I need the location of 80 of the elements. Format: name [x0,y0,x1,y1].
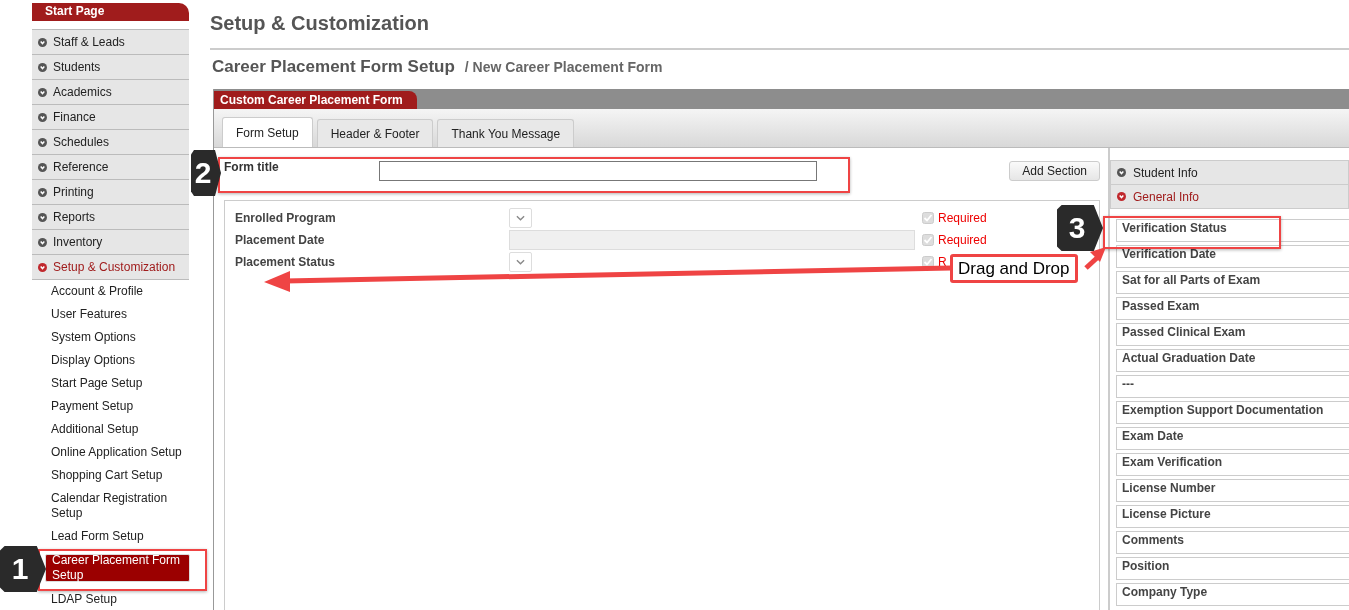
sidebar-item[interactable]: Inventory [32,229,189,254]
required-label: Required [938,233,987,247]
tab[interactable]: Thank You Message [437,119,575,147]
sidebar-header[interactable]: Start Page [32,3,189,21]
step-badge: 2 [191,150,221,196]
form-title-label: Form title [224,160,280,174]
chevron-icon [38,162,47,172]
chevron-icon [38,137,47,147]
chevron-icon [1117,168,1126,177]
submenu-item[interactable]: Career Placement Form Setup [45,554,190,582]
step-badge: 3 [1057,205,1103,251]
submenu-item[interactable]: Lead Form Setup [32,525,189,548]
submenu-item[interactable]: Additional Setup [32,418,189,441]
sidebar-item[interactable]: Academics [32,79,189,104]
submenu-item[interactable]: Shopping Cart Setup [32,464,189,487]
breadcrumb: / New Career Placement Form [464,59,663,75]
submenu-item[interactable]: Display Options [32,349,189,372]
form-title-field[interactable] [379,161,817,181]
page-subtitle: Career Placement Form Setup [212,57,455,77]
draggable-field[interactable]: License Number [1116,479,1349,502]
page-title: Setup & Customization [210,12,1349,50]
submenu-item[interactable]: Account & Profile [32,280,189,303]
callout-label: Drag and Drop [950,254,1078,283]
chevron-icon [38,87,47,97]
panel-title: Custom Career Placement Form [214,91,417,109]
caret-icon [516,215,525,221]
chevron-icon [38,212,47,222]
field-label: Enrolled Program [235,211,337,225]
field-label: Placement Status [235,255,337,269]
submenu-item[interactable]: User Features [32,303,189,326]
section-header[interactable]: Student Info [1110,160,1349,184]
submenu-item[interactable]: Calendar Registration Setup [32,487,189,525]
field-label: Placement Date [235,233,326,247]
sidebar-item[interactable]: Reports [32,204,189,229]
draggable-field[interactable]: Comments [1116,531,1349,554]
chevron-icon [1117,192,1126,201]
draggable-field[interactable]: Sat for all Parts of Exam [1116,271,1349,294]
checkbox[interactable] [922,212,934,224]
draggable-field[interactable]: Position [1116,557,1349,580]
submenu-item[interactable]: Payment Setup [32,395,189,418]
submenu-item[interactable]: Online Application Setup [32,441,189,464]
draggable-field[interactable]: Exemption Support Documentation [1116,401,1349,424]
tab[interactable]: Header & Footer [316,119,434,147]
add-section-button[interactable]: Add Section [1009,161,1100,181]
chevron-icon [38,262,47,272]
sidebar-item[interactable]: Students [32,54,189,79]
sidebar-item[interactable]: Staff & Leads [32,29,189,54]
draggable-field[interactable]: Exam Verification [1116,453,1349,476]
caret-icon [516,259,525,265]
sidebar-item[interactable]: Reference [32,154,189,179]
checkbox[interactable] [922,234,934,246]
chevron-icon [38,62,47,72]
draggable-field[interactable]: Company Type [1116,583,1349,606]
chevron-icon [38,112,47,122]
draggable-field[interactable]: Verification Date [1116,245,1349,268]
draggable-field[interactable]: Exam Date [1116,427,1349,450]
required-label: R [938,255,947,269]
step-badge: 1 [0,546,46,592]
draggable-field[interactable]: --- [1116,375,1349,398]
checkbox[interactable] [922,256,934,268]
tab[interactable]: Form Setup [222,117,313,147]
section-header[interactable]: General Info [1110,184,1349,209]
sidebar-item[interactable]: Finance [32,104,189,129]
sidebar-item[interactable]: Setup & Customization [32,254,189,280]
sidebar-item[interactable]: Schedules [32,129,189,154]
draggable-field[interactable]: Verification Status [1116,219,1349,242]
dropdown[interactable] [509,208,532,228]
dropdown[interactable] [509,252,532,272]
sidebar-item[interactable]: Printing [32,179,189,204]
chevron-icon [38,187,47,197]
submenu-item[interactable]: System Options [32,326,189,349]
arrow [1084,247,1106,270]
draggable-field[interactable]: Passed Exam [1116,297,1349,320]
draggable-field[interactable]: Passed Clinical Exam [1116,323,1349,346]
draggable-field[interactable]: Actual Graduation Date [1116,349,1349,372]
chevron-icon [38,237,47,247]
submenu-item[interactable]: Start Page Setup [32,372,189,395]
draggable-field[interactable]: License Picture [1116,505,1349,528]
required-label: Required [938,211,987,225]
chevron-icon [38,37,47,47]
